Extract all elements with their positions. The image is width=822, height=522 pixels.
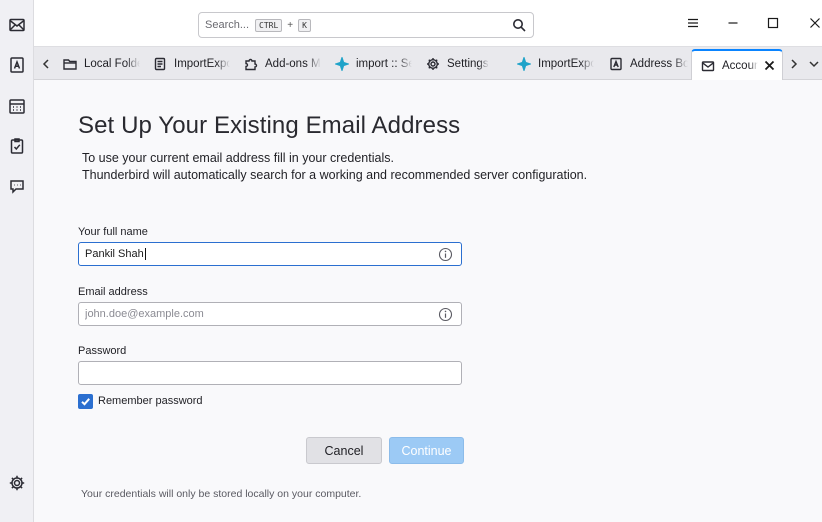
address-book-icon [608,56,624,72]
info-icon[interactable] [438,307,453,322]
minimize-icon [728,22,738,24]
mail-space-button[interactable] [4,12,30,38]
shortcut-key-ctrl: CTRL [255,18,283,32]
global-search-box[interactable]: Search... CTRL + K [198,12,534,38]
tab-strip: Local Folders ImportExport Add-ons Manag… [34,46,822,80]
tab-close-button[interactable] [762,58,776,72]
password-input[interactable] [85,367,455,379]
shortcut-key-k: K [298,18,311,32]
search-placeholder: Search... [205,19,250,31]
password-field[interactable] [78,361,462,385]
chat-icon [10,180,24,194]
tab-label: Add-ons Manager [265,58,321,70]
page-title: Set Up Your Existing Email Address [78,112,461,139]
tab-address-book[interactable]: Address Book [600,50,688,78]
checkmark-icon [81,398,90,406]
mail-icon [700,58,716,74]
tab-addons-manager[interactable]: Add-ons Manager [235,50,321,78]
spaces-toolbar [0,0,34,522]
account-setup-panel: Set Up Your Existing Email Address To us… [34,80,822,522]
full-name-field[interactable]: Pankil Shah [78,242,462,266]
settings-space-button[interactable] [4,470,30,496]
maximize-button[interactable] [762,12,784,34]
password-label: Password [78,345,127,357]
close-icon [810,18,820,28]
intro-text: To use your current email address fill i… [82,150,587,184]
full-name-label: Your full name [78,226,148,238]
tab-label: ImportExport [174,58,230,70]
chevron-down-icon [809,61,819,68]
all-tabs-button[interactable] [806,55,822,73]
search-icon[interactable] [512,18,526,35]
chevron-left-icon [42,59,49,69]
info-icon[interactable] [438,247,453,262]
tab-settings[interactable]: Settings [417,50,503,78]
shortcut-plus: + [287,19,294,31]
text-caret [144,248,146,260]
minimize-button[interactable] [722,12,744,34]
tab-importexport[interactable]: ImportExport [144,50,230,78]
tab-label: Local Folders [84,58,140,70]
address-book-icon [10,57,24,73]
tasks-icon [10,138,24,154]
tab-label: ImportExport [538,58,594,70]
app-menu-button[interactable] [682,12,704,34]
tab-label: Address Book [630,58,688,70]
email-label: Email address [78,286,148,298]
hamburger-menu-icon [688,18,698,28]
puzzle-icon [243,56,259,72]
mail-icon [9,18,25,32]
tab-label: import :: Search [356,58,412,70]
tab-label: Settings [447,58,489,70]
gear-icon [425,56,441,72]
addon-star-icon [334,56,350,72]
close-icon [764,60,774,70]
tab-scroll-left-button[interactable] [38,55,54,73]
email-field[interactable] [78,302,462,326]
email-input[interactable] [85,308,455,320]
address-book-space-button[interactable] [4,52,30,78]
chat-space-button[interactable] [4,173,30,199]
calendar-space-button[interactable] [4,93,30,119]
close-window-button[interactable] [804,12,822,34]
cancel-button[interactable]: Cancel [306,437,382,464]
intro-line-1: To use your current email address fill i… [82,151,394,165]
tab-scroll-right-button[interactable] [786,55,802,73]
gear-icon [9,475,25,491]
remember-password-label[interactable]: Remember password [98,395,203,407]
addon-star-icon [516,56,532,72]
tab-import-search[interactable]: import :: Search [326,50,412,78]
tasks-space-button[interactable] [4,133,30,159]
tab-importexport-2[interactable]: ImportExport [508,50,594,78]
document-icon [152,56,168,72]
continue-button[interactable]: Continue [389,437,464,464]
intro-line-2: Thunderbird will automatically search fo… [82,168,588,182]
tab-account-setup[interactable]: Account Setup [691,49,783,80]
tab-local-folders[interactable]: Local Folders [54,50,140,78]
remember-password-checkbox[interactable] [78,394,93,409]
chevron-right-icon [791,59,798,69]
full-name-value: Pankil Shah [85,248,144,260]
tab-label: Account Setup [722,59,758,72]
title-bar: Search... CTRL + K [34,0,822,46]
folder-icon [62,56,78,72]
calendar-icon [9,99,25,114]
maximize-icon [767,17,779,29]
credentials-note: Your credentials will only be stored loc… [81,488,362,500]
